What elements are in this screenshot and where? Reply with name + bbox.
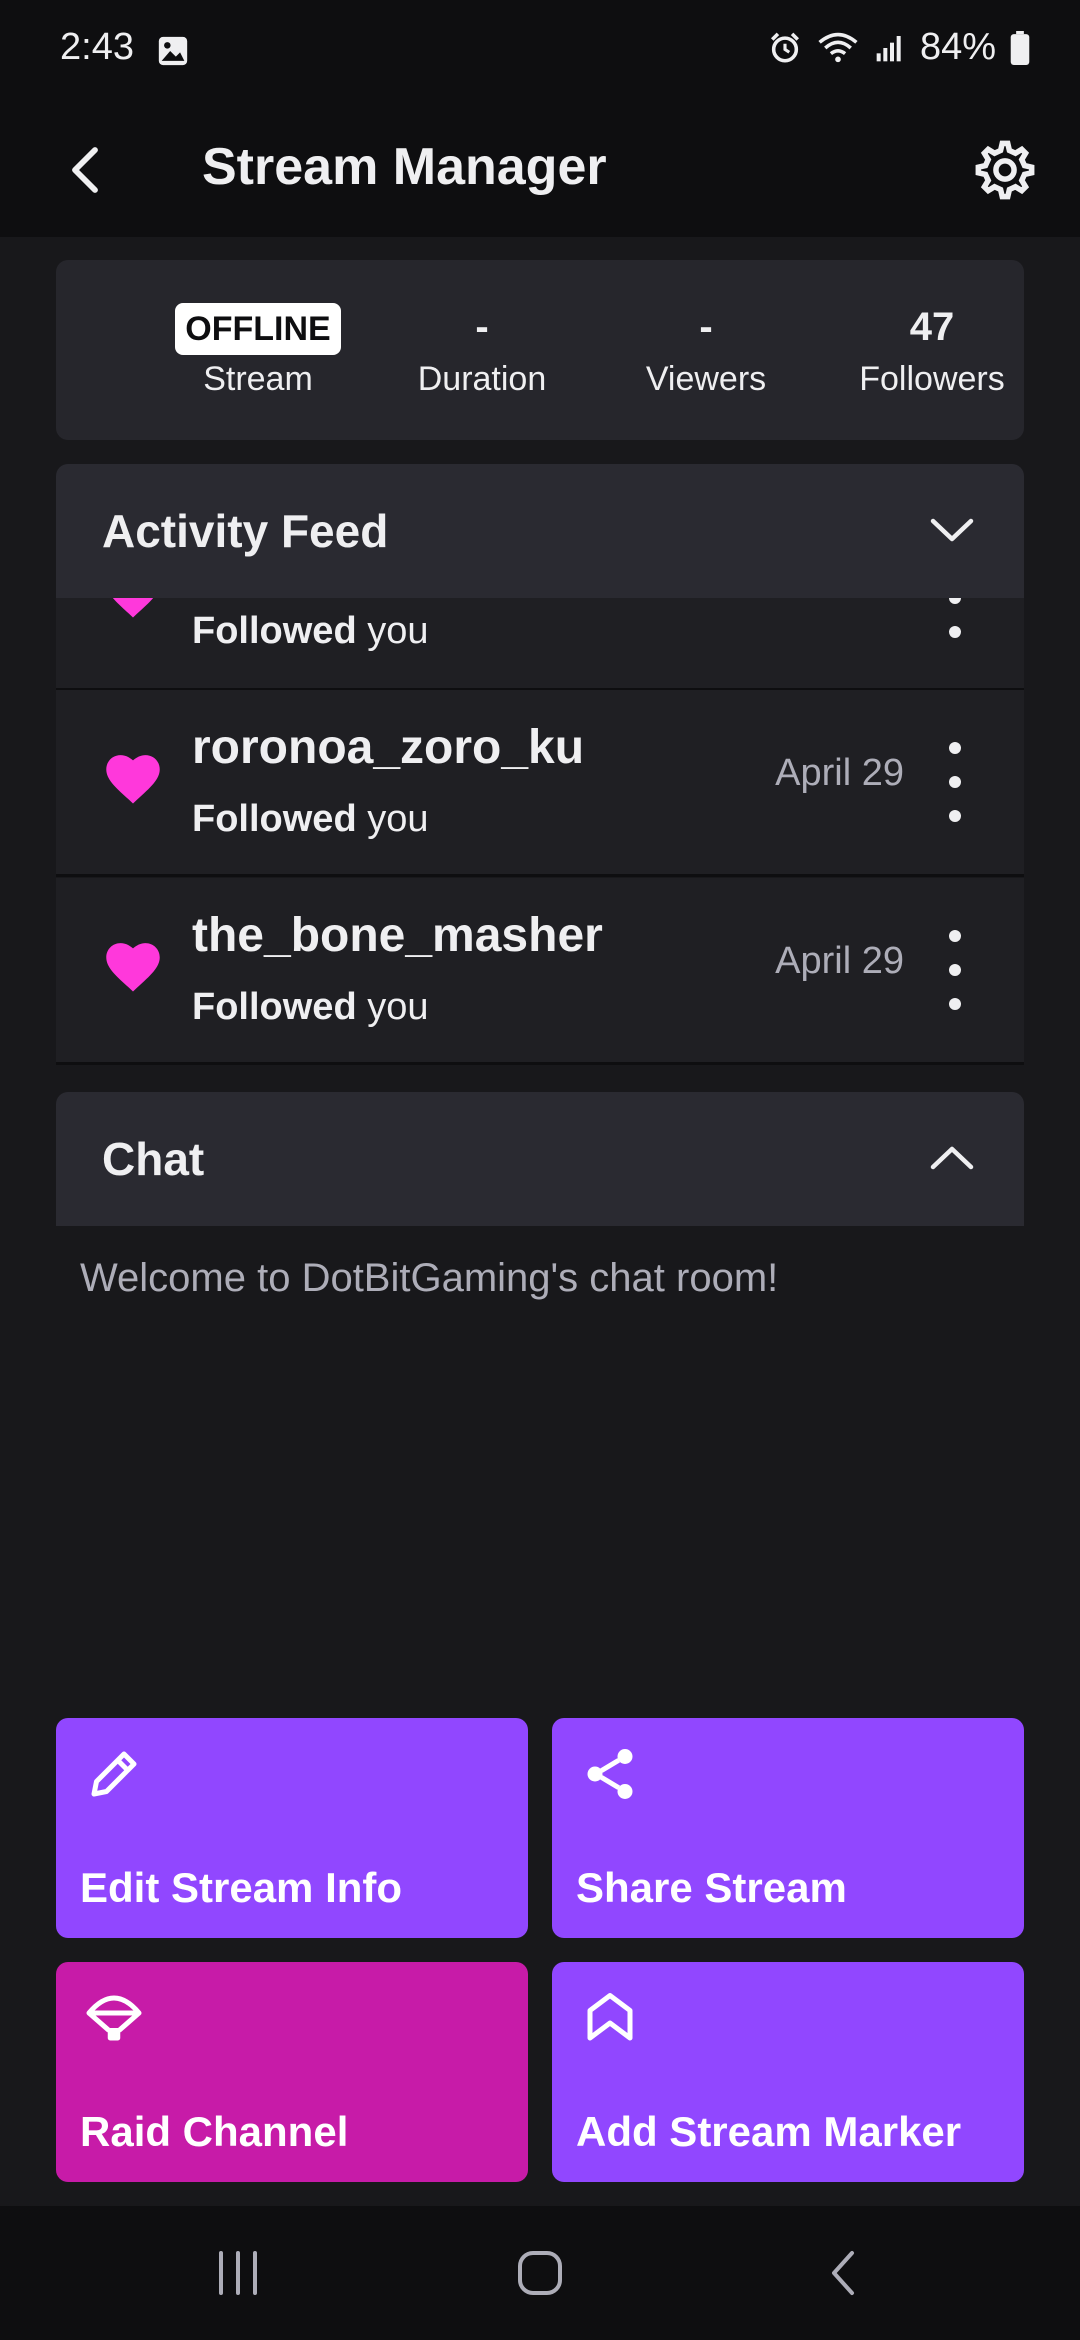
feed-item-date: April 29	[775, 940, 904, 982]
share-stream-label: Share Stream	[576, 1864, 847, 1911]
feed-item-action: Followed you	[192, 610, 429, 652]
stat-followers-value: 47	[909, 305, 955, 349]
more-options-button[interactable]	[942, 598, 968, 638]
status-bar: 2:43 84%	[0, 0, 1080, 105]
chevron-up-icon	[930, 1146, 974, 1170]
share-icon	[587, 1749, 633, 1799]
system-navigation-bar	[0, 2206, 1080, 2340]
stat-stream: OFFLINE Stream	[148, 298, 368, 399]
add-stream-marker-button[interactable]: Add Stream Marker	[552, 1962, 1024, 2182]
activity-feed-header[interactable]: Activity Feed	[56, 464, 1024, 598]
wifi-icon	[818, 32, 858, 62]
add-stream-marker-label: Add Stream Marker	[576, 2108, 962, 2155]
heart-icon	[106, 943, 160, 992]
recent-apps-icon	[219, 2251, 257, 2295]
raid-channel-button[interactable]: Raid Channel	[56, 1962, 528, 2182]
stat-viewers-label: Viewers	[645, 360, 767, 398]
activity-feed-collapse-button[interactable]	[920, 498, 984, 562]
stat-viewers-value: -	[699, 305, 713, 349]
stat-duration: - Duration	[372, 298, 592, 399]
stat-viewers: - Viewers	[596, 298, 816, 399]
signal-icon	[876, 35, 901, 61]
bookmark-icon	[587, 1993, 633, 2041]
pencil-icon	[91, 1751, 137, 1797]
gear-icon	[975, 140, 1035, 200]
edit-stream-info-label: Edit Stream Info	[80, 1864, 403, 1911]
feed-item-date: April 29	[775, 752, 904, 794]
chat-header[interactable]: Chat	[56, 1092, 1024, 1226]
feed-item-action: Followed you	[192, 798, 429, 840]
stat-duration-value: -	[475, 305, 489, 349]
app-bar: Stream Manager	[0, 105, 1080, 237]
heart-icon	[112, 598, 154, 618]
back-arrow-icon	[72, 147, 98, 193]
chat-title: Chat	[102, 1133, 205, 1185]
alarm-icon	[770, 32, 799, 63]
activity-feed-item[interactable]: roronoa_zoro_ku Followed you April 29	[56, 690, 1024, 877]
system-back-button[interactable]	[804, 2238, 884, 2308]
image-icon	[158, 36, 188, 66]
stat-stream-label: Stream	[203, 360, 313, 398]
feed-item-username: roronoa_zoro_ku	[192, 721, 585, 774]
offline-badge: OFFLINE	[175, 303, 341, 355]
page-title: Stream Manager	[202, 138, 607, 196]
system-back-icon	[832, 2251, 854, 2295]
back-button[interactable]	[50, 135, 120, 205]
activity-feed-item[interactable]: the_bone_masher Followed you April 29	[56, 878, 1024, 1065]
more-options-button[interactable]	[942, 930, 968, 1010]
chat-welcome-message: Welcome to DotBitGaming's chat room!	[80, 1256, 779, 1300]
home-icon	[518, 2251, 562, 2295]
chat-collapse-button[interactable]	[920, 1126, 984, 1190]
battery-icon	[1010, 30, 1030, 65]
recent-apps-button[interactable]	[198, 2238, 278, 2308]
stat-duration-label: Duration	[417, 360, 547, 398]
battery-percent: 84%	[919, 26, 996, 68]
raid-channel-label: Raid Channel	[80, 2108, 349, 2155]
chevron-down-icon	[930, 518, 974, 542]
parachute-icon	[86, 1995, 142, 2041]
edit-stream-info-button[interactable]: Edit Stream Info	[56, 1718, 528, 1938]
stat-followers-label: Followers	[859, 360, 1005, 398]
home-button[interactable]	[500, 2238, 580, 2308]
more-options-button[interactable]	[942, 742, 968, 822]
share-stream-button[interactable]: Share Stream	[552, 1718, 1024, 1938]
chat-area: Welcome to DotBitGaming's chat room!	[56, 1226, 1024, 1696]
stream-stats-card: OFFLINE Stream - Duration - Viewers 47 F…	[56, 260, 1024, 440]
feed-item-username: the_bone_masher	[192, 909, 603, 962]
status-time: 2:43	[60, 26, 134, 68]
stat-followers: 47 Followers	[822, 298, 1042, 399]
activity-feed-item[interactable]: Followed you	[56, 598, 1024, 691]
heart-icon	[106, 755, 160, 804]
settings-button[interactable]	[964, 129, 1046, 211]
activity-feed-title: Activity Feed	[102, 505, 389, 557]
feed-item-action: Followed you	[192, 986, 429, 1028]
